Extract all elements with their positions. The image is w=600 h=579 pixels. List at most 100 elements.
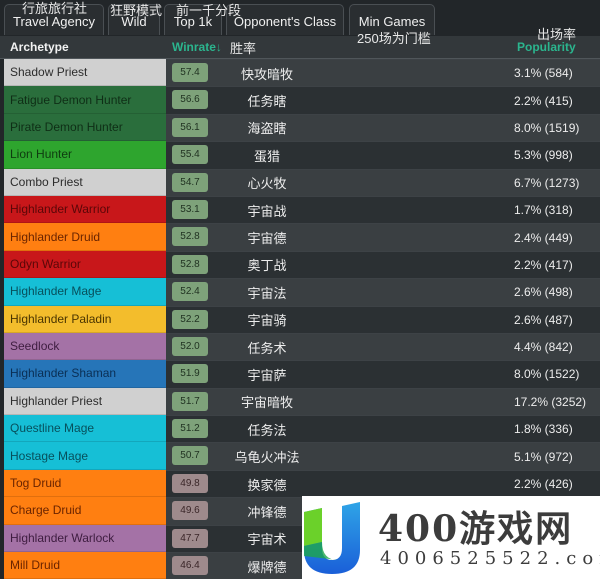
winrate-badge: 47.7	[172, 528, 208, 548]
popularity-value: 2.2% (415)	[514, 93, 573, 108]
table-row[interactable]: Highlander Paladin 52.2 宇宙骑 2.6% (487)	[0, 305, 600, 333]
archetype-cn-label: 奥丁战	[247, 258, 287, 274]
popularity-value: 2.6% (498)	[514, 285, 573, 300]
winrate-badge: 49.6	[172, 501, 208, 521]
table-row[interactable]: Highlander Mage 52.4 宇宙法 2.6% (498)	[0, 278, 600, 306]
winrate-caption: 胜率	[230, 41, 257, 56]
row-stats: 50.7 乌龟火冲法 5.1% (972)	[166, 442, 600, 470]
table-row[interactable]: Hostage Mage 50.7 乌龟火冲法 5.1% (972)	[0, 442, 600, 470]
archetype-name[interactable]: Questline Mage	[4, 415, 166, 443]
popularity-value: 6.7% (1273)	[514, 175, 580, 190]
archetype-name[interactable]: Highlander Shaman	[4, 360, 166, 388]
overlay-caption: 行旅旅行社	[22, 1, 88, 16]
winrate-badge: 54.7	[172, 172, 208, 192]
table-row[interactable]: Highlander Priest 51.7 宇宙暗牧 17.2% (3252)	[0, 387, 600, 416]
popularity-value: 8.0% (1522)	[514, 367, 580, 382]
table-row[interactable]: Lion Hunter 55.4 蛋猎 5.3% (998)	[0, 141, 600, 169]
table-row[interactable]: Tog Druid 49.8 换家德 2.2% (426)	[0, 469, 600, 498]
archetype-name[interactable]: Lion Hunter	[4, 141, 166, 169]
archetype-name[interactable]: Highlander Priest	[4, 387, 166, 416]
tab-opponents-class[interactable]: Opponent's Class	[226, 4, 344, 35]
archetype-name[interactable]: Fatigue Demon Hunter	[4, 86, 166, 114]
winrate-badge: 52.2	[172, 309, 208, 329]
popularity-value: 1.8% (336)	[514, 422, 573, 437]
table-row[interactable]: Seedlock 52.0 任务术 4.4% (842)	[0, 332, 600, 361]
table-row[interactable]: Odyn Warrior 52.8 奥丁战 2.2% (417)	[0, 250, 600, 279]
popularity-value: 4.4% (842)	[514, 340, 573, 355]
archetype-cn-label: 宇宙暗牧	[240, 395, 293, 411]
popularity-value: 2.2% (426)	[514, 477, 573, 492]
table-row[interactable]: Shadow Priest 57.4 快攻暗牧 3.1% (584)	[0, 59, 600, 87]
popularity-value: 2.2% (417)	[514, 257, 573, 272]
archetype-cn-label: 宇宙骑	[247, 313, 287, 329]
row-stats: 51.9 宇宙萨 8.0% (1522)	[166, 360, 600, 388]
winrate-badge: 51.7	[172, 391, 208, 411]
table-row[interactable]: Fatigue Demon Hunter 56.6 任务瞎 2.2% (415)	[0, 86, 600, 114]
archetype-cn-label: 换家德	[247, 477, 287, 493]
winrate-badge: 46.4	[172, 556, 208, 576]
row-stats: 52.2 宇宙骑 2.6% (487)	[166, 305, 600, 333]
row-stats: 51.2 任务法 1.8% (336)	[166, 415, 600, 443]
archetype-name[interactable]: Seedlock	[4, 332, 166, 361]
popularity-value: 2.6% (487)	[514, 312, 573, 327]
table-row[interactable]: Combo Priest 54.7 心火牧 6.7% (1273)	[0, 168, 600, 196]
table-row[interactable]: Pirate Demon Hunter 56.1 海盗瞎 8.0% (1519)	[0, 113, 600, 142]
filter-bar: Travel Agency Wild Top 1k Opponent's Cla…	[0, 0, 600, 36]
row-stats: 56.6 任务瞎 2.2% (415)	[166, 86, 600, 114]
row-stats: 56.1 海盗瞎 8.0% (1519)	[166, 113, 600, 142]
column-header-winrate[interactable]: Winrate↓	[172, 40, 222, 54]
winrate-badge: 52.8	[172, 254, 208, 274]
archetype-name[interactable]: Highlander Paladin	[4, 305, 166, 333]
winrate-badge: 52.8	[172, 227, 208, 247]
row-stats: 53.1 宇宙战 1.7% (318)	[166, 195, 600, 224]
winrate-badge: 51.9	[172, 364, 208, 384]
row-stats: 51.7 宇宙暗牧 17.2% (3252)	[166, 387, 600, 416]
popularity-value: 3.1% (584)	[514, 66, 573, 81]
archetype-cn-label: 宇宙法	[247, 285, 287, 301]
row-stats: 55.4 蛋猎 5.3% (998)	[166, 141, 600, 169]
archetype-name[interactable]: Highlander Warrior	[4, 195, 166, 224]
table-header: Archetype Winrate↓ 胜率 Popularity 出场率	[0, 27, 600, 60]
archetype-name[interactable]: Tog Druid	[4, 469, 166, 498]
popularity-value: 8.0% (1519)	[514, 120, 580, 135]
row-stats: 52.8 奥丁战 2.2% (417)	[166, 250, 600, 279]
popularity-value: 5.3% (998)	[514, 148, 573, 163]
archetype-name[interactable]: Odyn Warrior	[4, 250, 166, 279]
row-stats: 52.8 宇宙德 2.4% (449)	[166, 223, 600, 251]
winrate-badge: 56.6	[172, 90, 208, 110]
popularity-caption: 出场率	[537, 27, 577, 42]
archetype-cn-label: 快攻暗牧	[240, 66, 293, 82]
overlay-caption: 前一千分段	[176, 3, 242, 18]
winrate-badge: 52.0	[172, 336, 208, 356]
archetype-name[interactable]: Highlander Druid	[4, 223, 166, 251]
winrate-badge: 49.8	[172, 473, 208, 493]
table-row[interactable]: Highlander Warrior 53.1 宇宙战 1.7% (318)	[0, 195, 600, 224]
archetype-name[interactable]: Highlander Warlock	[4, 524, 166, 553]
archetype-name[interactable]: Mill Druid	[4, 552, 166, 579]
watermark-title: 400游戏网	[378, 508, 574, 550]
table-row[interactable]: Highlander Druid 52.8 宇宙德 2.4% (449)	[0, 223, 600, 251]
archetype-name[interactable]: Charge Druid	[4, 497, 166, 525]
row-stats: 57.4 快攻暗牧 3.1% (584)	[166, 59, 600, 87]
archetype-name[interactable]: Hostage Mage	[4, 442, 166, 470]
overlay-caption: 狂野模式	[110, 3, 163, 18]
table-row[interactable]: Highlander Shaman 51.9 宇宙萨 8.0% (1522)	[0, 360, 600, 388]
column-header-archetype[interactable]: Archetype	[10, 40, 69, 54]
row-stats: 49.8 换家德 2.2% (426)	[166, 469, 600, 498]
row-stats: 52.0 任务术 4.4% (842)	[166, 332, 600, 361]
archetype-name[interactable]: Pirate Demon Hunter	[4, 113, 166, 142]
winrate-badge: 57.4	[172, 63, 208, 82]
archetype-cn-label: 蛋猎	[253, 148, 280, 164]
tab-label: Min Games	[358, 14, 426, 29]
popularity-value: 17.2% (3252)	[514, 394, 587, 409]
winrate-badge: 56.1	[172, 117, 208, 137]
popularity-value: 5.1% (972)	[514, 449, 573, 464]
table-row[interactable]: Questline Mage 51.2 任务法 1.8% (336)	[0, 415, 600, 443]
archetype-name[interactable]: Shadow Priest	[4, 59, 166, 87]
archetype-name[interactable]: Highlander Mage	[4, 278, 166, 306]
row-stats: 54.7 心火牧 6.7% (1273)	[166, 168, 600, 196]
archetype-name[interactable]: Combo Priest	[4, 168, 166, 196]
winrate-badge: 51.2	[172, 419, 208, 439]
winrate-badge: 55.4	[172, 145, 208, 165]
archetype-cn-label: 宇宙战	[247, 203, 287, 219]
